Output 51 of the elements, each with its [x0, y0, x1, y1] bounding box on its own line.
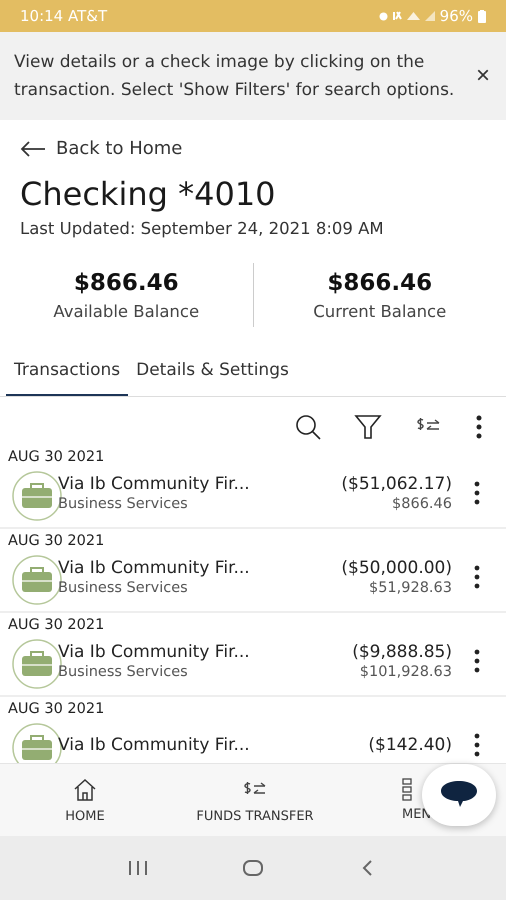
- battery-icon: [478, 10, 486, 22]
- transaction-date: AUG 30 2021: [7, 701, 106, 717]
- more-icon[interactable]: [472, 564, 482, 590]
- back-arrow-icon: [20, 140, 46, 158]
- home-icon: [72, 776, 98, 802]
- account-title: Checking *4010: [20, 175, 277, 213]
- transaction-name: Via Ib Community Fir...: [58, 558, 251, 578]
- more-icon[interactable]: [472, 732, 482, 758]
- transaction-amount: ($51,062.17): [341, 474, 452, 494]
- nav-item[interactable]: HOME: [0, 764, 170, 836]
- nav-item[interactable]: FUNDS TRANSFER: [170, 764, 340, 836]
- tab[interactable]: Details & Settings: [128, 350, 297, 396]
- balance-label: Available Balance: [53, 302, 200, 320]
- transaction-amount: ($50,000.00): [341, 558, 452, 578]
- back-link[interactable]: Back to Home: [20, 138, 182, 159]
- running-balance: $51,928.63: [368, 580, 452, 596]
- signal-icon: [424, 11, 435, 21]
- banner-text: View details or a check image by clicking on the transaction. Select 'Show Filters' for search options.: [14, 51, 456, 102]
- balance-amount: $866.46: [74, 270, 179, 296]
- transaction-category: Business Services: [58, 580, 189, 596]
- transaction-date: AUG 30 2021: [7, 533, 106, 549]
- transaction-category: Business Services: [58, 664, 189, 680]
- balance-amount: $866.46: [327, 270, 432, 296]
- wifi-icon: [406, 12, 420, 20]
- running-balance: $866.46: [392, 496, 452, 512]
- more-icon[interactable]: [472, 480, 482, 506]
- transaction-date: AUG 30 2021: [7, 617, 106, 633]
- menu-icon: [402, 778, 412, 801]
- transaction-date: AUG 30 2021: [7, 449, 106, 465]
- transaction-name: Via Ib Community Fir...: [58, 642, 251, 662]
- transaction-row[interactable]: Via Ib Community Fir... Business Services ($9,888.85) $101,928.63: [0, 633, 506, 689]
- status-time: 10:14 AT&T: [20, 7, 108, 25]
- transaction-name: Via Ib Community Fir...: [58, 474, 251, 494]
- transaction-row[interactable]: Via Ib Community Fir... Business Services ($51,062.17) $866.46: [0, 465, 506, 521]
- tab[interactable]: Transactions: [6, 350, 128, 396]
- transaction-category: Business Services: [58, 496, 189, 512]
- more-icon[interactable]: [474, 413, 484, 441]
- filter-icon[interactable]: [354, 413, 382, 441]
- transaction-amount: ($9,888.85): [352, 642, 452, 662]
- close-button[interactable]: ×: [472, 62, 494, 90]
- running-balance: $101,928.63: [360, 664, 452, 680]
- more-icon[interactable]: [472, 648, 482, 674]
- transaction-amount: ($142.40): [368, 735, 452, 755]
- home-button-icon[interactable]: [240, 858, 265, 878]
- battery-level: 96%: [440, 7, 473, 25]
- transaction-row[interactable]: Via Ib Community Fir... Business Services ($50,000.00) $51,928.63: [0, 549, 506, 605]
- last-updated: Last Updated: September 24, 2021 8:09 AM: [20, 219, 385, 238]
- search-icon[interactable]: [294, 413, 322, 441]
- balance-label: Current Balance: [313, 302, 446, 320]
- transaction-name: Via Ib Community Fir...: [58, 735, 251, 755]
- mute-icon: [392, 11, 402, 21]
